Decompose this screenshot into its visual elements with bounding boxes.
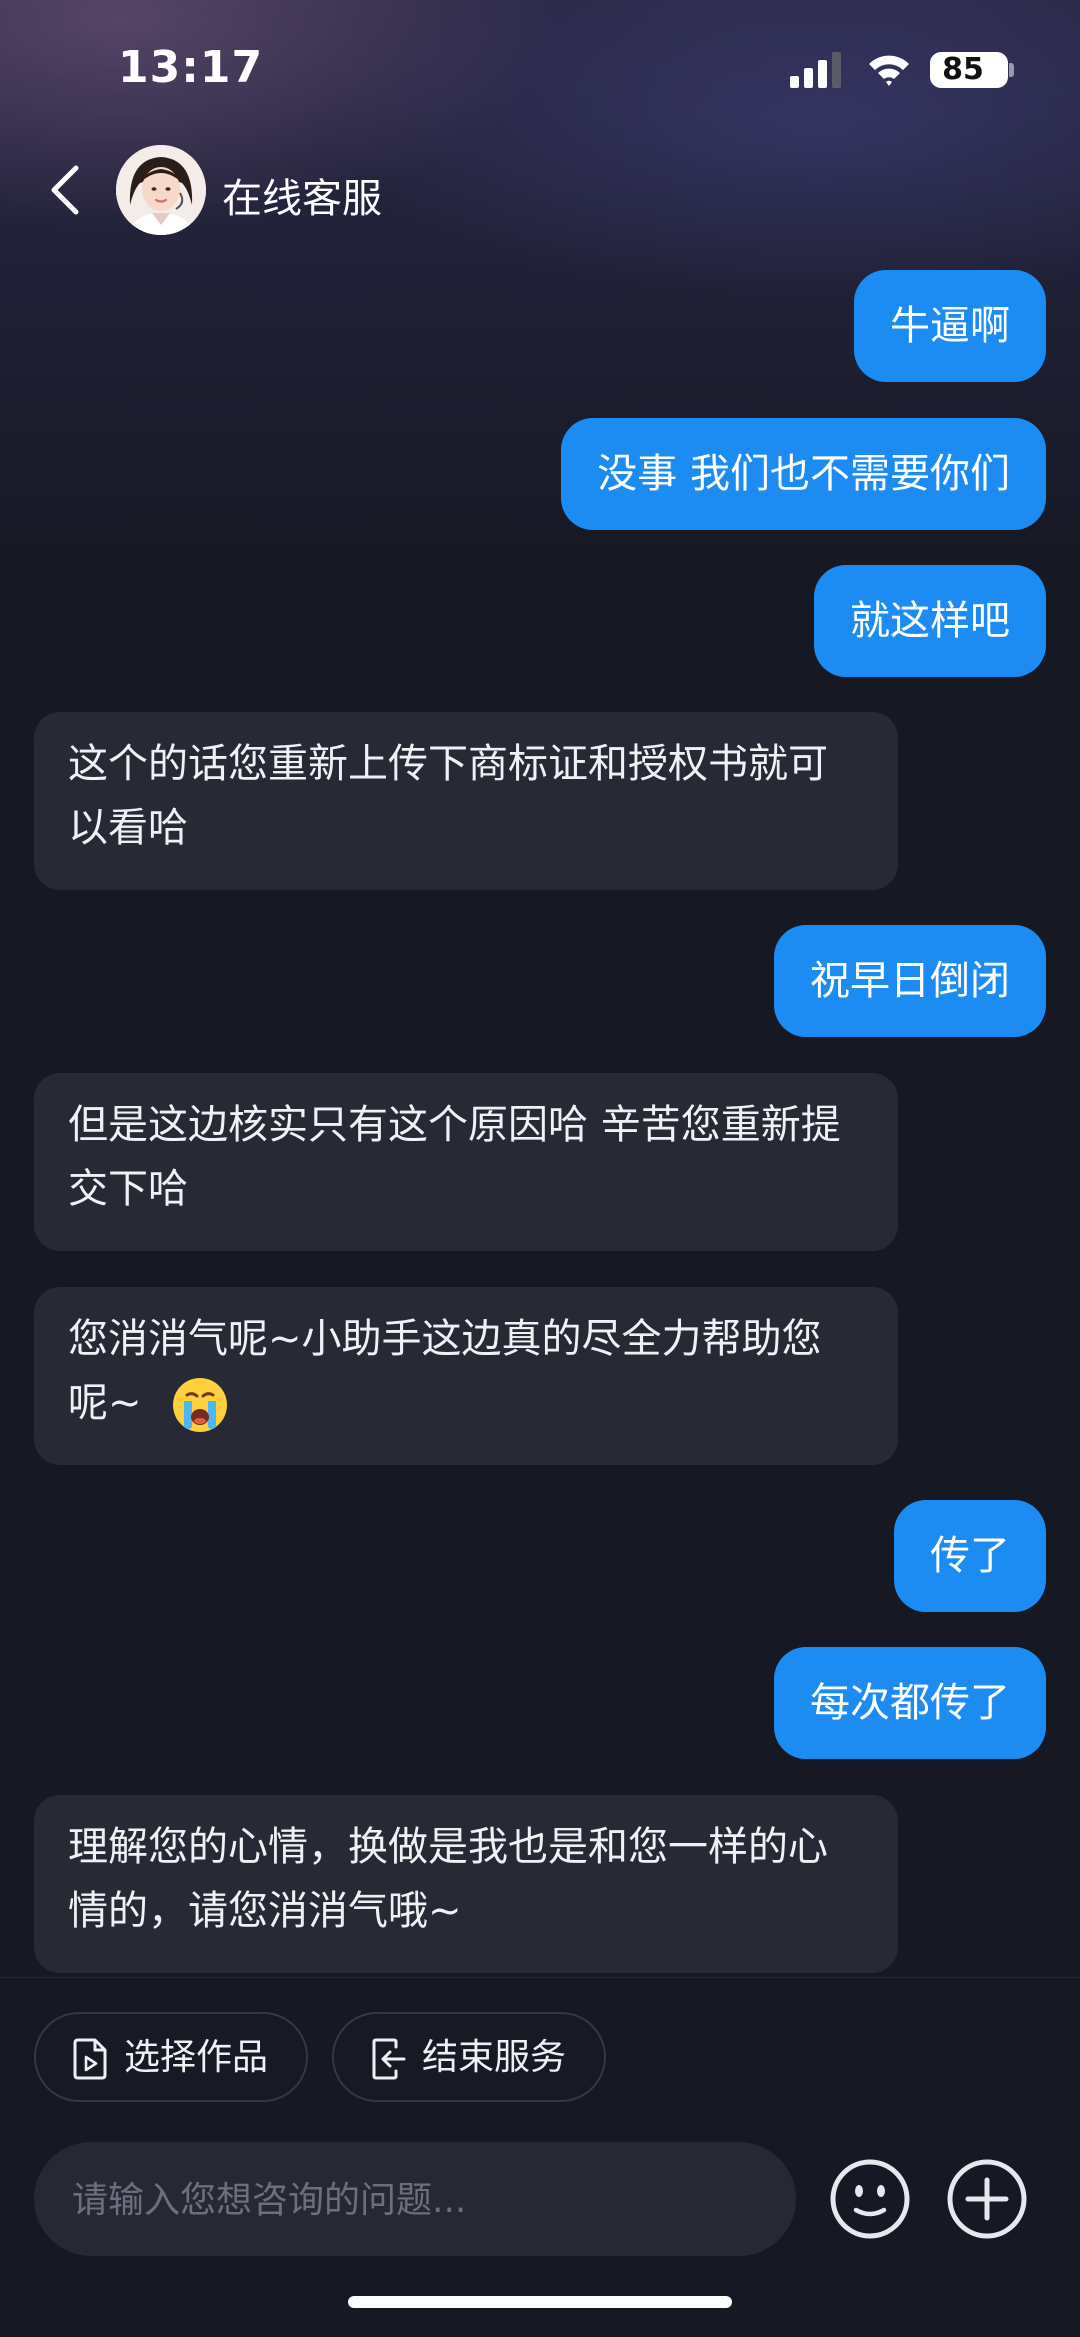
message-bubble-outgoing[interactable]: 祝早日倒闭 <box>774 925 1046 1037</box>
message-bubble-outgoing[interactable]: 没事 我们也不需要你们 <box>561 418 1046 530</box>
agent-avatar-icon <box>116 145 206 235</box>
avatar[interactable] <box>116 145 206 235</box>
select-work-button[interactable]: 选择作品 <box>34 2012 308 2102</box>
message-bubble-outgoing[interactable]: 传了 <box>894 1500 1046 1612</box>
message-bubble-outgoing[interactable]: 每次都传了 <box>774 1647 1046 1759</box>
video-file-icon <box>73 2038 107 2080</box>
message-bubble-incoming[interactable]: 但是这边核实只有这个原因哈 辛苦您重新提交下哈 <box>34 1073 898 1251</box>
message-input[interactable] <box>70 2142 764 2258</box>
crying-face-icon <box>173 1378 228 1432</box>
back-arrow-icon[interactable] <box>40 160 90 220</box>
wifi-icon <box>869 55 909 86</box>
message-bubble-incoming[interactable]: 这个的话您重新上传下商标证和授权书就可以看哈 <box>34 712 898 890</box>
message-bubble-incoming[interactable]: 您消消气呢~小助手这边真的尽全力帮助您呢~ <box>34 1287 898 1465</box>
signal-icon <box>790 52 841 88</box>
page-title: 在线客服 <box>222 176 382 222</box>
battery-cap <box>1009 63 1014 77</box>
message-bubble-outgoing[interactable]: 牛逼啊 <box>854 270 1046 382</box>
status-bar: 13:17 85 <box>0 0 1080 140</box>
battery-icon: 85 <box>930 52 1008 88</box>
chat-header: 在线客服 <box>0 140 1080 240</box>
select-work-label: 选择作品 <box>124 2037 269 2078</box>
plus-icon[interactable] <box>946 2158 1028 2240</box>
divider <box>0 1977 1080 1978</box>
status-time: 13:17 <box>118 42 264 93</box>
end-service-button[interactable]: 结束服务 <box>332 2012 606 2102</box>
message-input-container[interactable] <box>34 2142 796 2258</box>
end-service-label: 结束服务 <box>422 2037 567 2078</box>
message-bubble-incoming[interactable]: 理解您的心情，换做是我也是和您一样的心情的，请您消消气哦~ <box>34 1795 898 1973</box>
emoji-icon[interactable] <box>829 2158 911 2240</box>
battery-level: 85 <box>942 52 984 87</box>
message-bubble-outgoing[interactable]: 就这样吧 <box>814 565 1046 677</box>
exit-icon <box>372 2038 406 2080</box>
home-indicator[interactable] <box>348 2296 732 2308</box>
